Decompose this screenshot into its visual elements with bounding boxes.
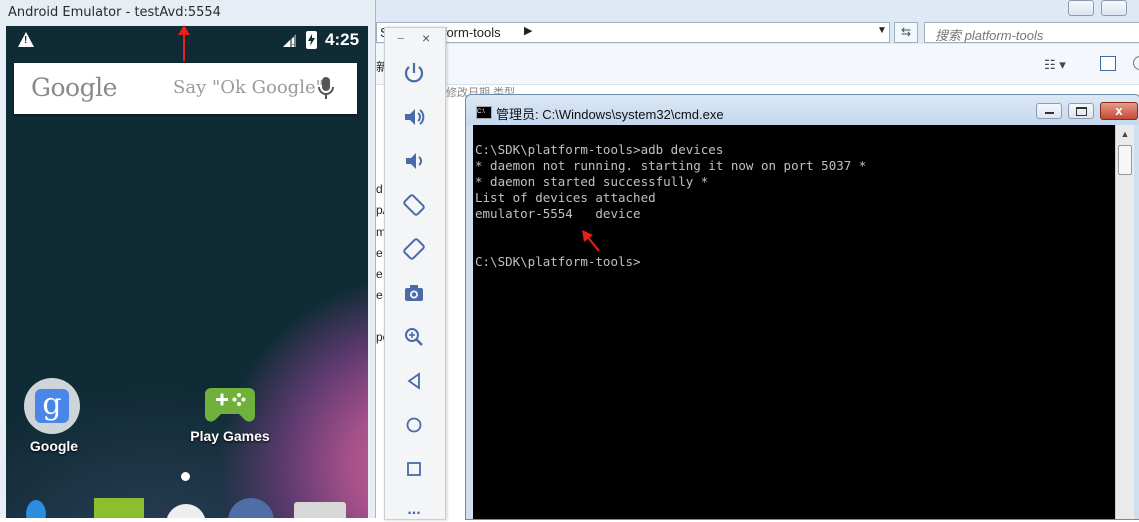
emulator-titlebar[interactable]: Android Emulator - testAvd:5554: [0, 0, 375, 26]
camera-app-icon[interactable]: [294, 502, 346, 518]
overview-icon[interactable]: [402, 457, 426, 481]
warning-mark-glyph: !: [24, 35, 28, 46]
sidebar-fragment[interactable]: e: [376, 246, 383, 260]
dock-app-drawer-icon[interactable]: [166, 504, 206, 518]
explorer-toolbar: 新 ☷ ▾: [376, 44, 1139, 85]
camera-icon[interactable]: [402, 281, 426, 305]
explorer-maximize-button[interactable]: [1101, 0, 1127, 16]
help-icon[interactable]: [1133, 56, 1139, 70]
zoom-icon[interactable]: [402, 325, 426, 349]
emulator-side-toolbar: − × ...: [384, 27, 446, 520]
android-screen[interactable]: ! 4:25 Google Say "Ok Google" g Google P…: [6, 26, 368, 518]
cmd-minimize-button[interactable]: [1036, 103, 1062, 119]
rotate-right-icon[interactable]: [402, 237, 426, 261]
gamepad-icon: [205, 388, 255, 422]
cmd-close-button[interactable]: x: [1100, 102, 1138, 120]
page-indicator-dot: [181, 472, 190, 481]
rotate-left-icon[interactable]: [402, 193, 426, 217]
scroll-up-icon[interactable]: ▲: [1116, 125, 1134, 143]
breadcrumb-arrow-icon[interactable]: ▶: [524, 24, 532, 37]
explorer-search-input[interactable]: 搜索 platform-tools: [924, 22, 1139, 43]
google-search-widget[interactable]: Google Say "Ok Google": [14, 63, 357, 114]
google-g-glyph: g: [35, 389, 69, 423]
status-clock: 4:25: [325, 30, 360, 49]
app-label: Play Games: [190, 428, 270, 444]
home-icon[interactable]: [402, 413, 426, 437]
address-bar[interactable]: S atform-tools ▶ ▼: [376, 22, 890, 43]
console-text: C:\SDK\platform-tools>adb devices * daem…: [475, 142, 867, 269]
preview-pane-icon[interactable]: [1100, 56, 1116, 71]
search-hint: Say "Ok Google": [173, 77, 324, 98]
google-app-icon: g: [24, 378, 80, 434]
cmd-maximize-button[interactable]: [1068, 103, 1094, 119]
cmd-console-output[interactable]: C:\SDK\platform-tools>adb devices * daem…: [473, 125, 1115, 519]
volume-up-icon[interactable]: [402, 105, 426, 129]
cmd-window: C:\ 管理员: C:\Windows\system32\cmd.exe x C…: [465, 94, 1139, 520]
chevron-down-icon[interactable]: ▼: [877, 25, 887, 36]
app-play-games[interactable]: Play Games: [180, 382, 280, 444]
more-icon[interactable]: ...: [402, 498, 426, 522]
battery-charging-icon: [306, 31, 317, 49]
annotation-arrow: [582, 230, 600, 252]
cmd-scrollbar[interactable]: ▲: [1115, 125, 1134, 519]
cmd-window-title: 管理员: C:\Windows\system32\cmd.exe: [496, 107, 724, 122]
cmd-app-icon: C:\: [476, 106, 492, 119]
sidebar-fragment[interactable]: e: [376, 267, 383, 281]
app-label: Google: [29, 438, 79, 454]
power-icon[interactable]: [402, 61, 426, 85]
emulator-window-title: Android Emulator - testAvd:5554: [8, 5, 221, 20]
sidebar-fragment[interactable]: d: [376, 182, 383, 196]
search-placeholder: 搜索 platform-tools: [935, 28, 1044, 43]
app-google[interactable]: g Google: [6, 378, 104, 454]
cmd-titlebar[interactable]: C:\ 管理员: C:\Windows\system32\cmd.exe x: [466, 95, 1139, 125]
toolbar-close-button[interactable]: ×: [422, 30, 430, 46]
explorer-titlebar[interactable]: [376, 0, 1139, 20]
scrollbar-thumb[interactable]: [1118, 145, 1132, 175]
toolbar-minimize-button[interactable]: −: [397, 31, 405, 46]
browser-icon[interactable]: [228, 498, 274, 518]
annotation-arrow: [178, 25, 190, 61]
explorer-address-bar-row: S atform-tools ▶ ▼ ⇆ 搜索 platform-tools: [376, 20, 1139, 44]
google-logo: Google: [31, 73, 117, 102]
app-dock: [6, 496, 368, 518]
dock-app-icon[interactable]: [94, 498, 144, 518]
signal-icon: [283, 34, 296, 47]
emulator-window: Android Emulator - testAvd:5554 ! 4:25 G…: [0, 0, 376, 518]
sidebar-fragment[interactable]: e: [376, 288, 383, 302]
volume-down-icon[interactable]: [402, 149, 426, 173]
water-drop-icon[interactable]: [26, 500, 46, 518]
view-options-icon[interactable]: ☷ ▾: [1044, 57, 1066, 73]
refresh-button[interactable]: ⇆: [894, 22, 918, 43]
microphone-icon[interactable]: [317, 76, 335, 102]
back-icon[interactable]: [402, 369, 426, 393]
explorer-minimize-button[interactable]: [1068, 0, 1094, 16]
